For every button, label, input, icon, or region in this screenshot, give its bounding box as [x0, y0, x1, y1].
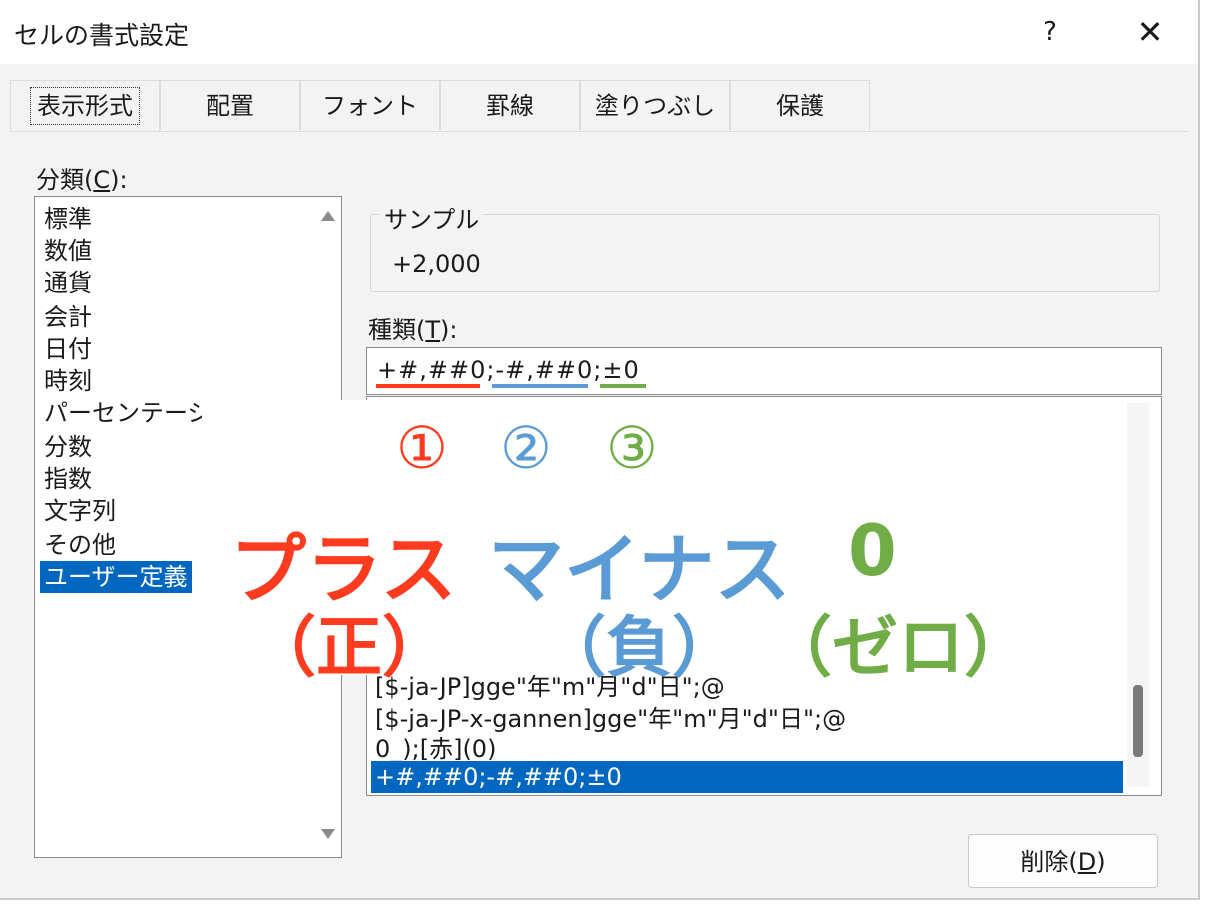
close-button[interactable]: ✕ [1128, 10, 1172, 54]
type-list-item-selected[interactable]: +#,##0;-#,##0;±0 [371, 761, 1123, 793]
scroll-up-icon[interactable] [321, 211, 335, 221]
type-input[interactable]: +#,##0;-#,##0;±0 [366, 347, 1162, 395]
annotation-plus-sub: （正） [250, 609, 448, 686]
zero-underline [600, 384, 646, 388]
sample-value: +2,000 [392, 250, 481, 278]
category-item-text[interactable]: 文字列 [40, 495, 120, 527]
scroll-thumb[interactable] [1133, 685, 1143, 757]
tab-divider [10, 131, 1188, 132]
type-label: 種類(T): [368, 316, 458, 344]
category-item-special[interactable]: その他 [40, 529, 120, 561]
category-label: 分類(C): [36, 166, 128, 194]
annotation-minus-sub: （負） [540, 609, 738, 686]
scroll-down-icon[interactable] [321, 829, 335, 839]
sample-group [370, 214, 1160, 292]
tab-strip: 表示形式 配置 フォント 罫線 塗りつぶし 保護 [10, 80, 1190, 132]
help-button[interactable]: ? [1030, 10, 1070, 54]
annotation-zero-sub: （ゼロ） [766, 609, 1030, 686]
annotation-number-3: ③ [606, 414, 658, 482]
annotation-number-2: ② [500, 414, 552, 482]
category-item-number[interactable]: 数値 [40, 235, 96, 267]
sample-label: サンプル [380, 200, 484, 235]
type-list-scrollbar[interactable] [1127, 403, 1149, 787]
negative-underline [492, 384, 588, 388]
category-item-fraction[interactable]: 分数 [40, 431, 96, 463]
format-cells-dialog: セルの書式設定 ? ✕ 表示形式 配置 フォント 罫線 塗りつぶし 保護 分類(… [0, 0, 1200, 900]
tab-alignment[interactable]: 配置 [160, 80, 300, 130]
category-item-percentage[interactable]: パーセンテージ [40, 397, 216, 429]
category-item-accounting[interactable]: 会計 [40, 301, 96, 333]
title-bar: セルの書式設定 ? ✕ [0, 0, 1198, 64]
positive-underline [376, 384, 480, 388]
category-item-date[interactable]: 日付 [40, 333, 96, 365]
delete-button[interactable]: 削除(D) [968, 834, 1158, 888]
category-item-general[interactable]: 標準 [40, 203, 96, 235]
dialog-title: セルの書式設定 [14, 21, 190, 50]
annotation-number-1: ① [396, 414, 448, 482]
category-item-time[interactable]: 時刻 [40, 365, 96, 397]
tab-border[interactable]: 罫線 [440, 80, 580, 130]
category-item-scientific[interactable]: 指数 [40, 463, 96, 495]
annotation-zero: 0 [848, 510, 897, 592]
tab-number[interactable]: 表示形式 [10, 80, 160, 132]
category-item-currency[interactable]: 通貨 [40, 267, 96, 299]
type-input-value: +#,##0;-#,##0;±0 [377, 356, 640, 384]
tab-protection[interactable]: 保護 [730, 80, 870, 130]
tab-label: 表示形式 [30, 87, 140, 125]
tab-font[interactable]: フォント [300, 80, 440, 130]
tab-fill[interactable]: 塗りつぶし [580, 80, 730, 130]
category-item-custom[interactable]: ユーザー定義 [40, 561, 192, 593]
type-list-item[interactable]: [$-ja-JP-x-gannen]gge"年"m"月"d"日";@ [371, 703, 850, 735]
